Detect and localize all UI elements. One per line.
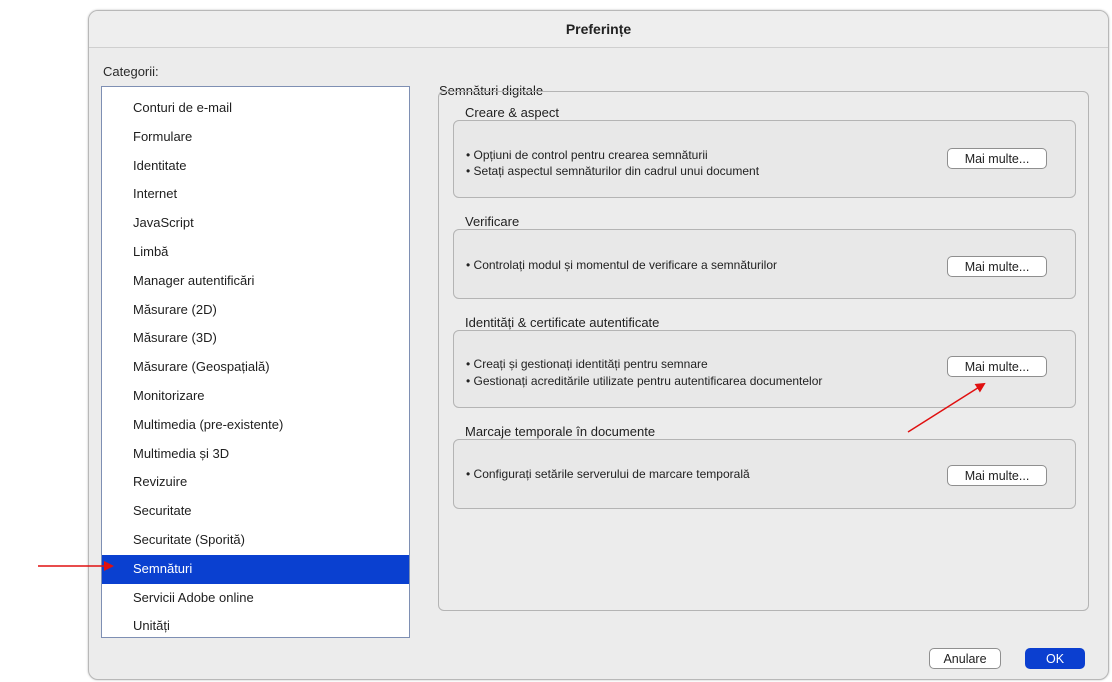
cancel-button[interactable]: Anulare xyxy=(929,648,1001,669)
category-item-auth-manager[interactable]: Manager autentificări xyxy=(102,267,409,296)
group-title-verification: Verificare xyxy=(465,214,520,229)
category-item-security-enhanced[interactable]: Securitate (Sporită) xyxy=(102,526,409,555)
group-box-timestamps: • Configurați setările serverului de mar… xyxy=(453,439,1076,509)
group-box-identities: • Creați și gestionați identități pentru… xyxy=(453,330,1076,408)
category-item-identity[interactable]: Identitate xyxy=(102,152,409,181)
category-item-signatures[interactable]: Semnături xyxy=(102,554,409,584)
verification-more-button[interactable]: Mai multe... xyxy=(947,256,1047,277)
category-item-units[interactable]: Unități xyxy=(102,612,409,641)
category-item-tracker[interactable]: Monitorizare xyxy=(102,382,409,411)
group-title-identities: Identități & certificate autentificate xyxy=(465,315,660,330)
creation-more-button[interactable]: Mai multe... xyxy=(947,148,1047,169)
categories-list[interactable]: Conturi de e-mail Formulare Identitate I… xyxy=(101,86,410,638)
identities-more-button[interactable]: Mai multe... xyxy=(947,356,1047,377)
timestamps-more-button[interactable]: Mai multe... xyxy=(947,465,1047,486)
group-box-creation: • Opțiuni de control pentru crearea semn… xyxy=(453,120,1076,198)
category-item-measuring-geo[interactable]: Măsurare (Geospațială) xyxy=(102,353,409,382)
categories-label: Categorii: xyxy=(103,64,159,79)
category-item-review[interactable]: Revizuire xyxy=(102,468,409,497)
category-item-language[interactable]: Limbă xyxy=(102,238,409,267)
group-title-creation: Creare & aspect xyxy=(465,105,559,120)
window-title: Preferințe xyxy=(565,21,632,37)
group-box-verification: • Controlați modul și momentul de verifi… xyxy=(453,229,1076,299)
ok-button[interactable]: OK xyxy=(1025,648,1085,669)
category-item-adobe-online-services[interactable]: Servicii Adobe online xyxy=(102,584,409,613)
group-timestamps-line-1: • Configurați setările serverului de mar… xyxy=(466,467,750,481)
title-bar: Preferințe xyxy=(89,11,1108,48)
group-verification-line-1: • Controlați modul și momentul de verifi… xyxy=(466,258,777,272)
category-item-measuring-3d[interactable]: Măsurare (3D) xyxy=(102,324,409,353)
category-item-multimedia-legacy[interactable]: Multimedia (pre-existente) xyxy=(102,411,409,440)
category-item-multimedia-3d[interactable]: Multimedia și 3D xyxy=(102,440,409,469)
category-item-forms[interactable]: Formulare xyxy=(102,123,409,152)
group-title-timestamps: Marcaje temporale în documente xyxy=(465,424,656,439)
group-creation-line-2: • Setați aspectul semnăturilor din cadru… xyxy=(466,164,760,178)
category-item-javascript[interactable]: JavaScript xyxy=(102,209,409,238)
category-item-email-accounts[interactable]: Conturi de e-mail xyxy=(102,94,409,123)
preferences-window: Preferințe Categorii: Conturi de e-mail … xyxy=(88,10,1109,680)
group-identities-line-1: • Creați și gestionați identități pentru… xyxy=(466,357,708,371)
group-identities-line-2: • Gestionați acreditările utilizate pent… xyxy=(466,374,823,388)
category-item-internet[interactable]: Internet xyxy=(102,180,409,209)
category-item-security[interactable]: Securitate xyxy=(102,497,409,526)
group-creation-line-1: • Opțiuni de control pentru crearea semn… xyxy=(466,148,708,162)
category-item-measuring-2d[interactable]: Măsurare (2D) xyxy=(102,296,409,325)
